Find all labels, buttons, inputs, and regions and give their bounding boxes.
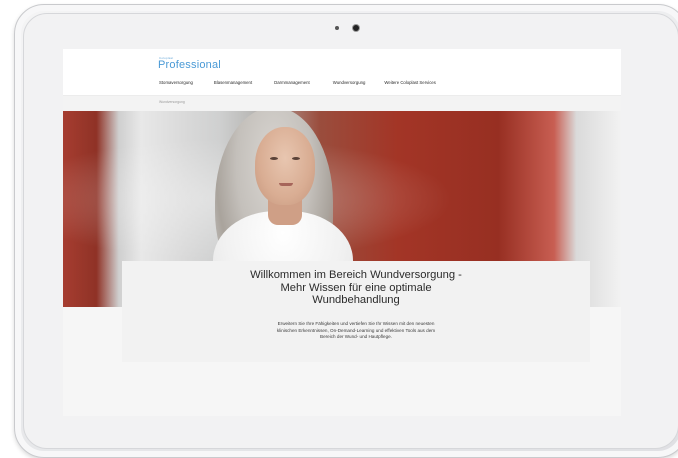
hero-title-line: Willkommen im Bereich Wundversorgung - (250, 269, 462, 281)
logo-professional[interactable]: Professional (158, 59, 221, 71)
breadcrumb[interactable]: Wundversorgung (159, 100, 185, 104)
woman-eye-left (270, 157, 278, 160)
hero-content-card: Willkommen im Bereich Wundversorgung - M… (122, 261, 590, 362)
hero-title-line: Wundbehandlung (312, 294, 400, 307)
woman-mouth (279, 183, 293, 186)
hero-title-line: Mehr Wissen für eine optimale (280, 281, 432, 294)
hero-title: Willkommen im Bereich Wundversorgung - M… (122, 269, 590, 307)
breadcrumb-bar (63, 95, 621, 112)
main-nav: Stomaversorgung Blasenmanagement Darmman… (159, 80, 436, 85)
camera-lens (353, 25, 359, 31)
hero-description-line: Erweitern Sie Ihre Fähigkeiten und verti… (277, 321, 435, 326)
nav-item-stomaversorgung[interactable]: Stomaversorgung (159, 80, 193, 85)
nav-item-blasenmanagement[interactable]: Blasenmanagement (214, 80, 252, 85)
page-bottom (63, 362, 621, 416)
tablet-screen: Coloplast Professional Stomaversorgung B… (63, 49, 621, 416)
hero-description-line: Bereich der Wund- und Hautpflege. (320, 334, 392, 340)
nav-item-wundversorgung[interactable]: Wundversorgung (333, 80, 366, 85)
nav-item-weitere-services[interactable]: Weitere Coloplast Services (384, 80, 436, 85)
woman-eye-right (292, 157, 300, 160)
hero-description-line: klinischen Erkenntnissen, On-Demand-Lear… (276, 327, 436, 333)
sensor-dot (335, 26, 339, 30)
hero-description: Erweitern Sie Ihre Fähigkeiten und verti… (232, 321, 480, 341)
nav-item-darmmanagement[interactable]: Darmmanagement (274, 80, 310, 85)
woman-face (255, 127, 315, 205)
site-header: Coloplast Professional Stomaversorgung B… (63, 49, 621, 95)
